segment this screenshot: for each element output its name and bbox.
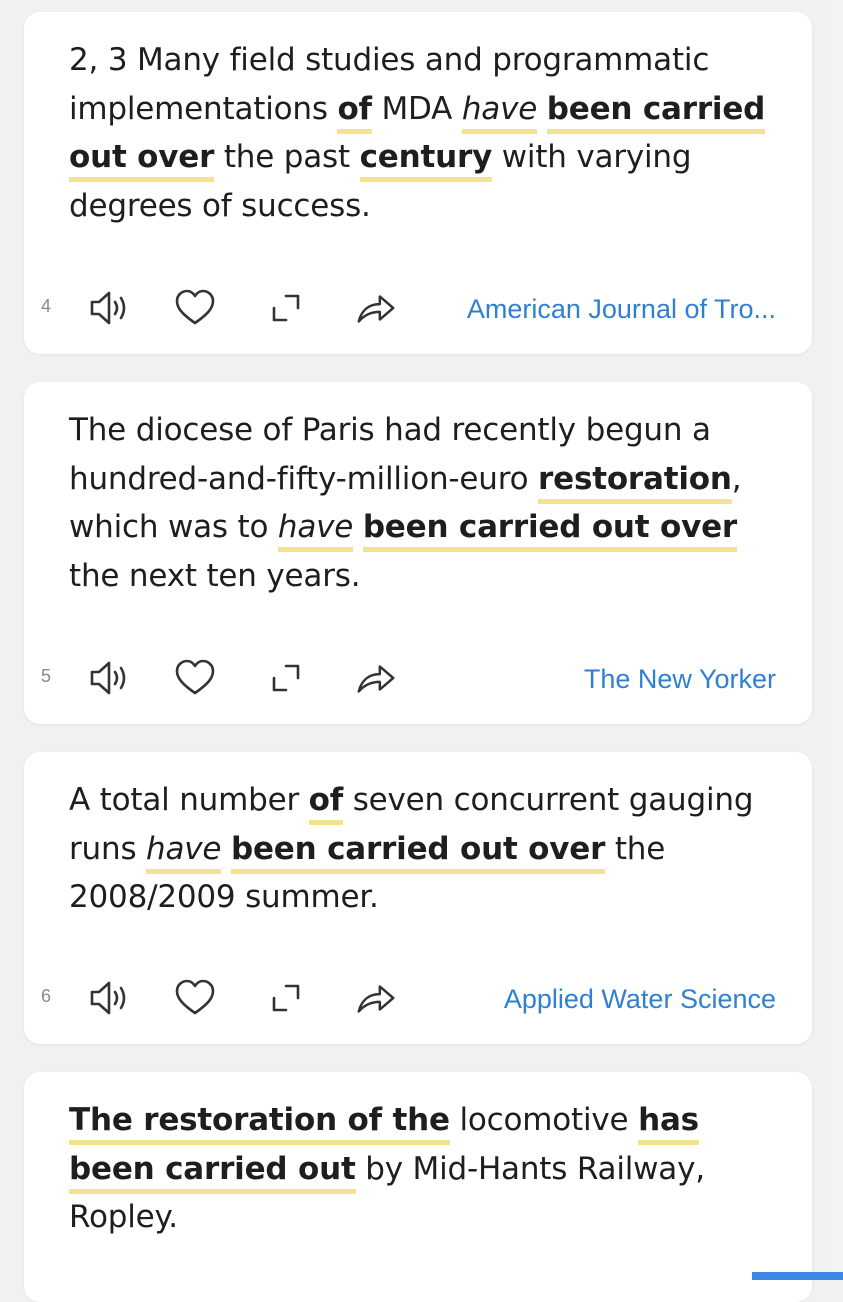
share-icon[interactable] (354, 286, 398, 330)
source-link[interactable]: The New Yorker (584, 664, 776, 695)
example-number: 4 (41, 296, 52, 316)
heart-icon[interactable] (173, 656, 217, 700)
heart-icon[interactable] (173, 976, 217, 1020)
example-number: 6 (41, 986, 52, 1006)
example-card: A total number of seven concurrent gaugi… (24, 752, 812, 1044)
card-actions: 4 American Journal of Tro... (24, 286, 812, 330)
share-icon[interactable] (354, 976, 398, 1020)
speaker-icon[interactable] (87, 656, 131, 700)
highlight: century (359, 139, 492, 182)
highlight: have (277, 509, 353, 552)
scroll-indicator (752, 1272, 843, 1280)
card-actions: 6 Applied Water Science (24, 976, 812, 1020)
heart-icon[interactable] (173, 286, 217, 330)
expand-icon[interactable] (264, 286, 308, 330)
example-sentence: A total number of seven concurrent gaugi… (69, 782, 754, 915)
highlight: restoration (538, 460, 732, 504)
highlight: The restoration of the (69, 1102, 450, 1145)
share-icon[interactable] (354, 656, 398, 700)
example-card: 2, 3 Many field studies and programmatic… (24, 12, 812, 354)
example-card: The restoration of the locomotive has be… (24, 1072, 812, 1302)
example-card: The diocese of Paris had recently begun … (24, 382, 812, 724)
example-number: 5 (41, 666, 52, 686)
scrollbar-track[interactable] (825, 0, 843, 1280)
highlight: of (308, 782, 343, 825)
highlight: have (461, 90, 537, 134)
expand-icon[interactable] (264, 976, 308, 1020)
source-link[interactable]: American Journal of Tro... (467, 294, 776, 325)
source-link[interactable]: Applied Water Science (504, 984, 776, 1015)
card-actions: 5 The New Yorker (24, 656, 812, 700)
highlight: been carried out over (362, 509, 737, 552)
speaker-icon[interactable] (87, 286, 131, 330)
highlight: have (146, 830, 222, 874)
highlight: of (337, 90, 372, 134)
example-sentence: The diocese of Paris had recently begun … (69, 412, 742, 594)
expand-icon[interactable] (264, 656, 308, 700)
highlight: been carried out over (230, 830, 605, 874)
speaker-icon[interactable] (87, 976, 131, 1020)
example-sentence: 2, 3 Many field studies and programmatic… (69, 42, 766, 224)
example-sentence: The restoration of the locomotive has be… (69, 1102, 705, 1235)
